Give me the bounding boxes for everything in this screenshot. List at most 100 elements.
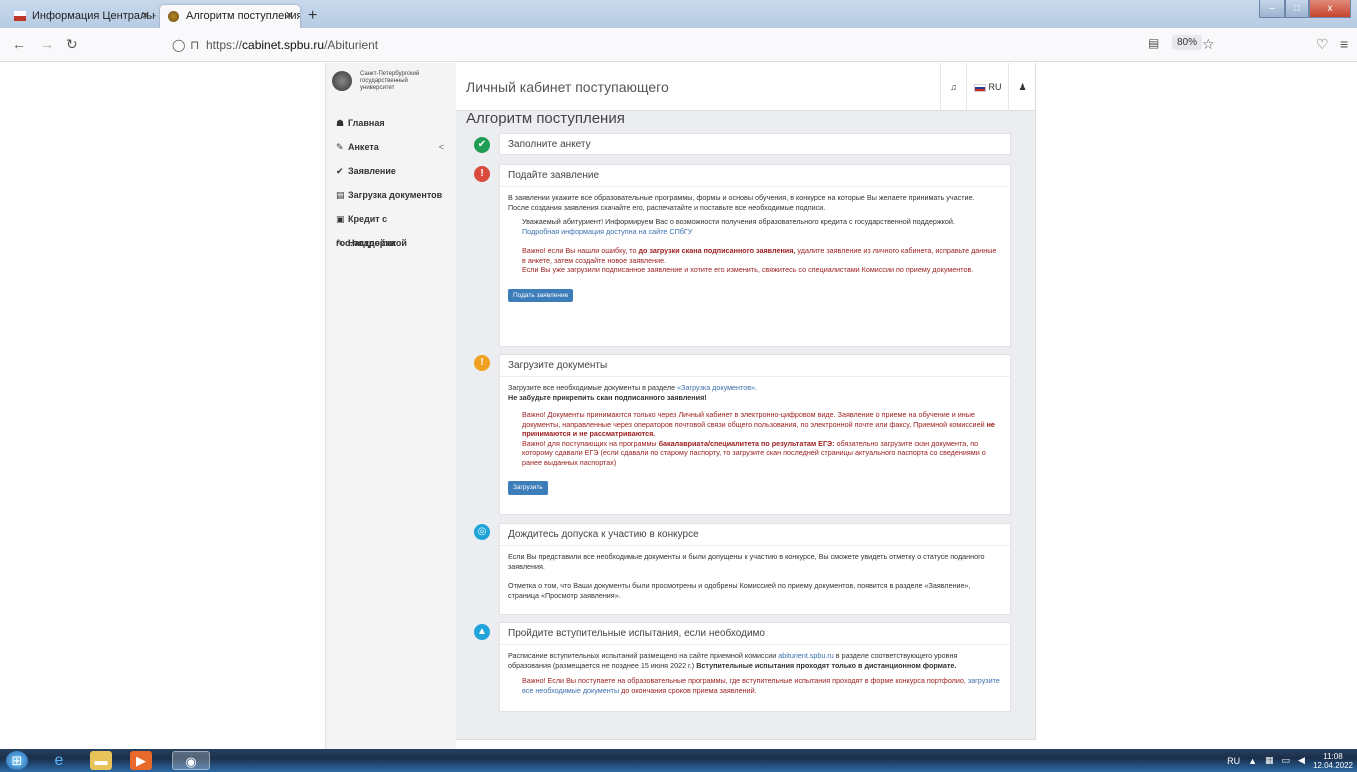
browser-nav-bar: ← → ↻ ◯ ⊓ https://cabinet.spbu.ru/Abitur… — [0, 28, 1357, 62]
step-title: Пройдите вступительные испытания, если н… — [500, 623, 1010, 645]
step-title: Загрузите документы — [500, 355, 1010, 377]
submit-application-button[interactable]: Подать заявление — [508, 288, 574, 302]
step-body: Расписание вступительных испытаний разме… — [500, 645, 1010, 701]
sidebar: Санкт-Петербургский государственный унив… — [325, 63, 456, 749]
notice-text: Уважаемый абитуриент! Информируем Вас о … — [522, 217, 955, 226]
file-explorer-icon[interactable]: ▬ — [90, 751, 112, 770]
step-await-admission: Дождитесь допуска к участию в конкурсе Е… — [499, 523, 1011, 615]
sidebar-item-documents[interactable]: ▤ Загрузка документов — [326, 183, 456, 207]
browser-tab-info[interactable]: Информация Центральной ко ✕ — [6, 5, 156, 28]
system-tray: RU ▲ ▦ ▭ ◀ 11:08 12.04.2022 — [1219, 751, 1353, 770]
user-icon[interactable]: ♟ — [1008, 63, 1036, 111]
warning-text: Если Вы уже загрузили подписанное заявле… — [522, 265, 974, 274]
menu-icon[interactable]: ≡ — [1340, 36, 1348, 52]
step-submit-application: Подайте заявление В заявлении укажите вс… — [499, 164, 1011, 347]
step-text: В заявлении укажите все образовательные … — [508, 193, 975, 202]
volume-icon[interactable]: ◀ — [1298, 755, 1305, 766]
warning-part: Важно! для поступающих на программы — [522, 438, 659, 448]
bell-icon[interactable]: ♫ — [940, 63, 966, 111]
close-tab-icon[interactable]: ✕ — [141, 5, 150, 28]
sidebar-item-label: Главная — [348, 118, 385, 128]
forward-arrow-icon[interactable]: → — [40, 36, 54, 52]
upload-button[interactable]: Загрузить — [508, 481, 548, 495]
network-icon[interactable]: ▦ — [1265, 755, 1274, 766]
browser-tab-bar: Информация Центральной ко ✕ Алгоритм пос… — [0, 0, 1357, 28]
warning-text: Важно! Документы принимаются только чере… — [522, 410, 1002, 439]
browser-tab-algorithm[interactable]: Алгоритм поступления ✕ — [160, 5, 300, 28]
sidebar-item-profile[interactable]: ✎ Анкета < — [326, 135, 456, 159]
logo-text: Санкт-Петербургский государственный унив… — [360, 71, 419, 92]
bookmark-star-icon[interactable]: ☆ — [1202, 36, 1215, 53]
step-text: Если Вы представили все необходимые доку… — [508, 552, 985, 571]
step-text: Расписание вступительных испытаний разме… — [508, 651, 1002, 670]
internet-explorer-icon[interactable]: e — [48, 751, 70, 770]
tray-arrow-icon[interactable]: ▲ — [1248, 756, 1257, 766]
back-arrow-icon[interactable]: ← — [12, 36, 26, 52]
sidebar-item-label: Заявление — [348, 166, 396, 176]
step-entrance-exams: Пройдите вступительные испытания, если н… — [499, 622, 1011, 712]
step-text-part: Расписание вступительных испытаний разме… — [508, 651, 779, 660]
url-bar[interactable]: ◯ ⊓ https://cabinet.spbu.ru/Abiturient — [166, 33, 1146, 57]
warning-notice: Важно! Если Вы поступаете на образовател… — [522, 676, 1002, 695]
step-text-part: Загрузите все необходимые документы в ра… — [508, 383, 678, 392]
zoom-level[interactable]: 80% — [1172, 35, 1203, 50]
upload-documents-link[interactable]: «Загрузка документов». — [677, 383, 757, 392]
lock-icon[interactable]: ⊓ — [190, 33, 199, 57]
maximize-button[interactable]: □ — [1285, 0, 1309, 18]
step-bold-text: Вступительные испытания проходят только … — [696, 660, 957, 670]
warning-bold: до загрузки скана подписанного заявления… — [638, 246, 796, 255]
warning-part: Важно! Если Вы поступаете на образовател… — [522, 676, 968, 685]
new-tab-button[interactable]: + — [308, 5, 317, 27]
sidebar-item-credit[interactable]: ▣ Кредит с гос.поддержкой — [326, 207, 456, 248]
url-prefix: https:// — [206, 38, 243, 52]
sidebar-item-home[interactable]: ☗ Главная — [326, 111, 456, 135]
language-switch[interactable]: RU — [966, 63, 1008, 111]
reader-view-icon[interactable]: ▤ — [1148, 36, 1159, 50]
spbu-info-link[interactable]: Подробная информация доступна на сайте С… — [522, 227, 1002, 237]
step-title: Подайте заявление — [500, 165, 1010, 187]
step-upload-documents: Загрузите документы Загрузите все необхо… — [499, 354, 1011, 515]
edit-icon: ✎ — [336, 142, 344, 152]
sidebar-item-label: Настройки — [348, 238, 396, 248]
file-icon: ▤ — [336, 190, 345, 200]
page-title: Алгоритм поступления — [466, 110, 625, 127]
university-logo[interactable]: Санкт-Петербургский государственный унив… — [326, 63, 456, 111]
start-button-icon[interactable]: ⊞ — [6, 751, 28, 770]
step-fill-profile: Заполните анкету — [499, 133, 1011, 155]
logo-line: университет — [360, 85, 395, 91]
spbu-emblem-icon — [168, 11, 179, 22]
window-controls: – □ x — [1259, 0, 1351, 20]
action-center-icon[interactable]: ▭ — [1282, 755, 1291, 766]
step-title: Дождитесь допуска к участию в конкурсе — [500, 524, 1010, 546]
reload-icon[interactable]: ↻ — [66, 36, 78, 53]
clock-time: 11:08 — [1323, 751, 1343, 761]
step-text: Отметка о том, что Ваши документы были п… — [508, 581, 971, 600]
firefox-icon[interactable]: ◉ — [172, 751, 210, 770]
close-tab-icon[interactable]: ✕ — [285, 5, 294, 28]
card-icon: ▣ — [336, 214, 345, 224]
warning-triangle-icon: ! — [474, 355, 490, 371]
clock[interactable]: 11:08 12.04.2022 — [1313, 752, 1353, 770]
media-player-icon[interactable]: ▶ — [130, 751, 152, 770]
minimize-button[interactable]: – — [1259, 0, 1285, 18]
input-language[interactable]: RU — [1227, 756, 1240, 766]
sidebar-item-label: Загрузка документов — [348, 190, 443, 200]
pocket-icon[interactable]: ♡ — [1316, 36, 1329, 53]
check-icon: ✔ — [336, 166, 344, 176]
step-text: Загрузите все необходимые документы в ра… — [508, 383, 1002, 393]
url-host: cabinet.spbu.ru — [242, 38, 325, 52]
home-icon: ☗ — [336, 118, 345, 128]
flag-icon — [14, 11, 26, 21]
emblem-icon — [332, 71, 352, 91]
tab-label: Алгоритм поступления — [186, 10, 300, 22]
main-area: Личный кабинет поступающего ♫ RU ♟ Алгор… — [456, 63, 1036, 749]
abiturient-site-link[interactable]: abiturient.spbu.ru — [778, 651, 834, 660]
step-body: Загрузите все необходимые документы в ра… — [500, 377, 1010, 501]
url-path: /Abiturient — [324, 38, 379, 52]
step-title: Заполните анкету — [508, 139, 591, 150]
clock-date: 12.04.2022 — [1312, 760, 1353, 770]
close-window-button[interactable]: x — [1309, 0, 1351, 18]
shield-icon[interactable]: ◯ — [172, 33, 185, 57]
sidebar-item-settings[interactable]: ✎ Настройки — [326, 231, 456, 255]
sidebar-item-application[interactable]: ✔ Заявление — [326, 159, 456, 183]
